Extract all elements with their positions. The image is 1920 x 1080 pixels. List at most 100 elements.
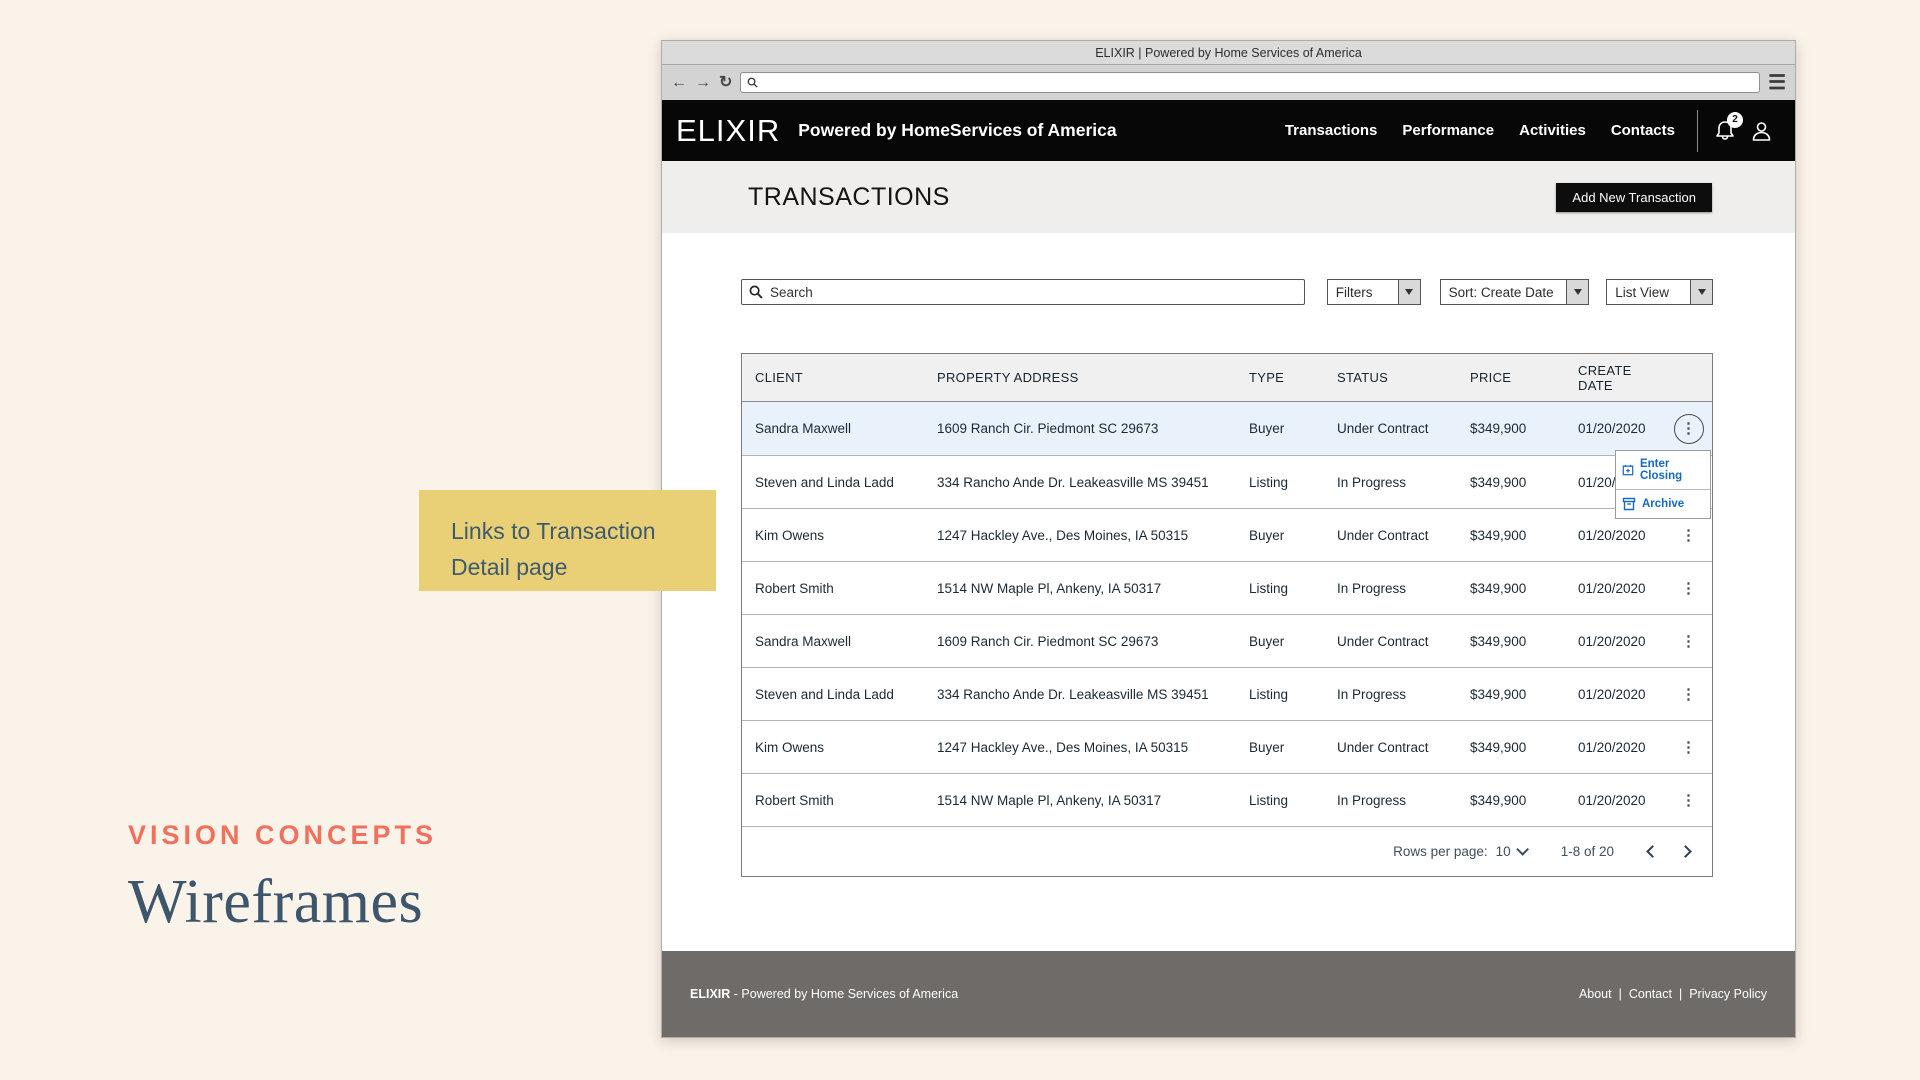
- filter-row: Filters Sort: Create Date List View: [741, 279, 1713, 305]
- annotation-line-2: Detail page: [451, 549, 716, 585]
- cell-client: Sandra Maxwell: [742, 634, 924, 649]
- cell-property-address: 1609 Ranch Cir. Piedmont SC 29673: [924, 421, 1236, 436]
- enter-closing-menu-item[interactable]: Enter Closing: [1616, 451, 1710, 489]
- notifications-button[interactable]: 2: [1714, 119, 1736, 143]
- app-tagline: Powered by HomeServices of America: [798, 120, 1116, 141]
- nav-item-transactions[interactable]: Transactions: [1285, 122, 1378, 139]
- cell-client: Kim Owens: [742, 740, 924, 755]
- archive-icon: [1622, 497, 1636, 511]
- calendar-plus-icon: [1622, 463, 1634, 477]
- next-page-button[interactable]: [1679, 845, 1692, 858]
- archive-label: Archive: [1642, 498, 1684, 510]
- slide-caption: VISION CONCEPTS Wireframes: [128, 820, 437, 938]
- pagination-range: 1-8 of 20: [1561, 844, 1614, 859]
- refresh-icon[interactable]: ↻: [719, 75, 732, 91]
- view-dropdown[interactable]: List View: [1606, 279, 1713, 305]
- rows-per-page-label: Rows per page:: [1393, 844, 1488, 859]
- rows-per-page-select[interactable]: 10: [1496, 844, 1525, 859]
- browser-menu-icon[interactable]: ☰: [1768, 73, 1786, 93]
- profile-button[interactable]: [1750, 119, 1773, 143]
- cell-price: $349,900: [1457, 740, 1565, 755]
- table-row[interactable]: Kim Owens 1247 Hackley Ave., Des Moines,…: [742, 720, 1712, 773]
- kebab-icon: ⋮: [1681, 581, 1696, 596]
- previous-page-button[interactable]: [1646, 845, 1659, 858]
- back-icon[interactable]: ←: [671, 75, 687, 91]
- cell-property-address: 1514 NW Maple Pl, Ankeny, IA 50317: [924, 793, 1236, 808]
- table-row[interactable]: Sandra Maxwell 1609 Ranch Cir. Piedmont …: [742, 402, 1712, 455]
- row-menu-button[interactable]: ⋮: [1674, 732, 1704, 762]
- user-icon: [1750, 119, 1773, 143]
- add-new-transaction-button[interactable]: Add New Transaction: [1556, 183, 1712, 212]
- browser-toolbar: ← → ↻ ☰: [662, 65, 1795, 100]
- table-row[interactable]: Robert Smith 1514 NW Maple Pl, Ankeny, I…: [742, 773, 1712, 826]
- cell-type: Listing: [1236, 793, 1324, 808]
- annotation-line-1: Links to Transaction: [451, 513, 716, 549]
- table-row[interactable]: Steven and Linda Ladd 334 Rancho Ande Dr…: [742, 455, 1712, 508]
- app-logo: ELIXIR: [676, 113, 780, 149]
- footer-link-contact[interactable]: Contact: [1629, 987, 1672, 1001]
- table-row[interactable]: Sandra Maxwell 1609 Ranch Cir. Piedmont …: [742, 614, 1712, 667]
- sort-dropdown[interactable]: Sort: Create Date: [1440, 279, 1590, 305]
- dropdown-arrow-icon: [1566, 280, 1588, 304]
- column-header-client: CLIENT: [742, 370, 924, 385]
- address-search-icon: [747, 77, 758, 88]
- cell-create-date: 01/20/2020: [1565, 793, 1665, 808]
- row-menu-button[interactable]: ⋮: [1674, 626, 1704, 656]
- cell-price: $349,900: [1457, 421, 1565, 436]
- notification-badge: 2: [1727, 112, 1743, 128]
- footer-links: About | Contact | Privacy Policy: [1579, 987, 1767, 1001]
- page-title: TRANSACTIONS: [748, 183, 950, 212]
- nav-item-activities[interactable]: Activities: [1519, 122, 1586, 139]
- row-actions-cell: ⋮: [1665, 785, 1712, 815]
- nav-item-performance[interactable]: Performance: [1402, 122, 1494, 139]
- column-header-create-date: CREATE DATE: [1565, 363, 1665, 393]
- row-menu-button[interactable]: ⋮: [1674, 520, 1704, 550]
- cell-property-address: 334 Rancho Ande Dr. Leakeasville MS 3945…: [924, 475, 1236, 490]
- nav-divider: [1697, 110, 1698, 152]
- cell-client: Kim Owens: [742, 528, 924, 543]
- rows-per-page-value: 10: [1496, 844, 1511, 859]
- row-context-menu: Enter Closing Archive: [1615, 450, 1711, 519]
- filters-dropdown[interactable]: Filters: [1327, 279, 1421, 305]
- row-menu-button[interactable]: ⋮: [1674, 679, 1704, 709]
- kebab-icon: ⋮: [1681, 687, 1696, 702]
- nav-item-contacts[interactable]: Contacts: [1611, 122, 1675, 139]
- transactions-table: CLIENT PROPERTY ADDRESS TYPE STATUS PRIC…: [741, 353, 1713, 877]
- cell-create-date: 01/20/2020: [1565, 421, 1665, 436]
- kebab-icon: ⋮: [1681, 740, 1696, 755]
- address-bar[interactable]: [740, 72, 1760, 93]
- pagination-bar: Rows per page: 10 1-8 of 20: [742, 826, 1712, 876]
- table-header-row: CLIENT PROPERTY ADDRESS TYPE STATUS PRIC…: [742, 354, 1712, 402]
- browser-window: ELIXIR | Powered by Home Services of Ame…: [661, 40, 1796, 1038]
- footer-link-privacy-policy[interactable]: Privacy Policy: [1689, 987, 1767, 1001]
- cell-type: Listing: [1236, 687, 1324, 702]
- row-actions-cell: ⋮: [1665, 573, 1712, 603]
- forward-icon[interactable]: →: [695, 75, 711, 91]
- footer-link-about[interactable]: About: [1579, 987, 1612, 1001]
- annotation-note: Links to Transaction Detail page: [419, 490, 716, 591]
- search-box: [741, 279, 1305, 305]
- app-footer: ELIXIR - Powered by Home Services of Ame…: [662, 951, 1795, 1037]
- dropdown-arrow-icon: [1398, 280, 1420, 304]
- dropdown-arrow-icon: [1690, 280, 1712, 304]
- row-menu-button[interactable]: ⋮: [1674, 573, 1704, 603]
- row-menu-button[interactable]: ⋮: [1674, 785, 1704, 815]
- view-dropdown-label: List View: [1607, 280, 1690, 304]
- search-input[interactable]: [741, 279, 1305, 305]
- cell-client: Robert Smith: [742, 581, 924, 596]
- cell-client: Steven and Linda Ladd: [742, 475, 924, 490]
- cell-price: $349,900: [1457, 634, 1565, 649]
- table-row[interactable]: Kim Owens 1247 Hackley Ave., Des Moines,…: [742, 508, 1712, 561]
- slide-title: Wireframes: [128, 867, 437, 938]
- table-row[interactable]: Steven and Linda Ladd 334 Rancho Ande Dr…: [742, 667, 1712, 720]
- table-row[interactable]: Robert Smith 1514 NW Maple Pl, Ankeny, I…: [742, 561, 1712, 614]
- row-menu-button[interactable]: ⋮: [1674, 414, 1704, 444]
- cell-property-address: 1247 Hackley Ave., Des Moines, IA 50315: [924, 528, 1236, 543]
- column-header-status: STATUS: [1324, 370, 1457, 385]
- archive-menu-item[interactable]: Archive: [1616, 489, 1710, 518]
- cell-price: $349,900: [1457, 793, 1565, 808]
- cell-create-date: 01/20/2020: [1565, 740, 1665, 755]
- row-actions-cell: ⋮: [1665, 679, 1712, 709]
- column-header-price: PRICE: [1457, 370, 1565, 385]
- row-actions-cell: ⋮: [1665, 414, 1712, 444]
